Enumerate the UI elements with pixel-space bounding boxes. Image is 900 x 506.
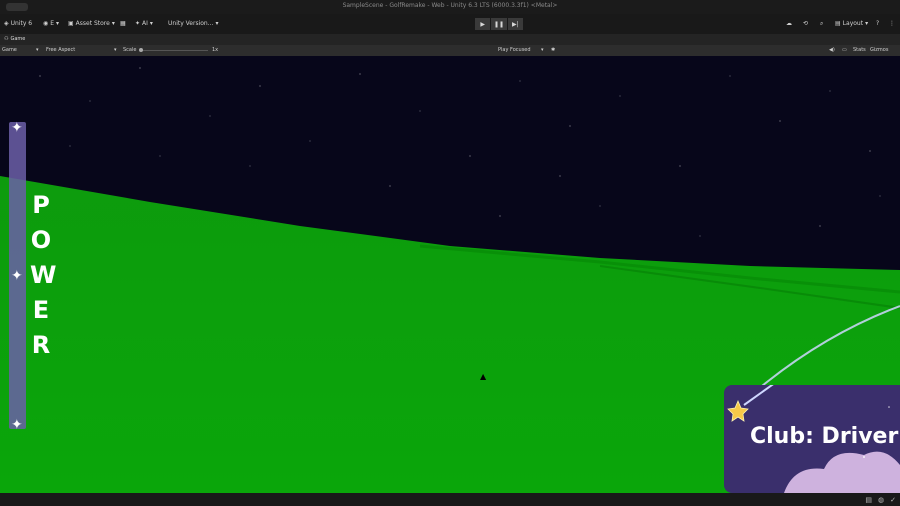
asset-store-label: Asset Store [75,20,110,27]
play-icon: ▶ [480,20,485,28]
scale-slider-track[interactable] [140,50,208,51]
unity-menu[interactable]: ◈ Unity 6 [4,20,32,27]
club-card: Club: Driver I [724,385,900,493]
chevron-down-icon: ▾ [541,47,544,53]
power-letter: W [30,261,57,289]
help-button[interactable]: ? [876,20,879,27]
account-dropdown[interactable]: ◉ E ▾ [43,20,59,27]
sparkle-icon: ✦ [11,268,23,284]
scale-slider-knob[interactable] [139,48,143,52]
aspect-label: Free Aspect [46,47,76,53]
club-label: Club: Driver I [750,424,900,449]
frame-debug-button[interactable]: ✱ [551,47,555,53]
pause-button[interactable]: ❚❚ [491,18,507,30]
tab-bar: ⚇ Game [0,34,900,45]
gizmos-button[interactable]: Gizmos [870,47,888,53]
cloud-icon: ☁ [786,20,792,27]
cloud-shape-icon [784,451,900,493]
power-letter: O [30,226,52,254]
mouse-cursor: ▲ [480,372,487,381]
search-button[interactable]: ⌕ [820,20,823,28]
chevron-down-icon: ▾ [215,20,219,27]
account-icon: ◉ [43,20,49,27]
more-button[interactable]: ⋮ [889,20,895,27]
cloud-button[interactable]: ☁ [786,20,792,27]
bug-icon: ✱ [551,47,556,53]
star-trail [743,385,774,406]
mute-button[interactable]: ◀) [829,47,835,53]
console-icon[interactable]: ▤ [865,496,872,504]
unity-logo-icon: ◈ [4,20,9,27]
main-toolbar: ◈ Unity 6 ◉ E ▾ ▣ Asset Store ▾ ▦ ✦ AI ▾… [0,14,900,34]
ai-label: AI [142,20,148,27]
aspect-dropdown[interactable]: Free Aspect ▾ [46,47,117,53]
search-icon: ⌕ [820,20,824,27]
chevron-down-icon: ▾ [36,47,39,53]
help-icon: ? [876,20,880,27]
status-icons: ▤ ◍ ✓ [865,496,896,504]
play-mode-label: Play Focused [498,47,531,53]
tab-game[interactable]: ⚇ Game [4,36,25,42]
layout-label: Layout [842,20,864,27]
store-icon: ▣ [68,20,74,27]
game-viewport[interactable]: ✦ ✦ ✦ P O W E R Club: Driver I ▲ [0,56,900,493]
chevron-down-icon: ▾ [56,20,60,27]
version-dropdown[interactable]: Unity Version... ▾ [168,20,218,27]
check-icon[interactable]: ✓ [890,496,896,504]
step-icon: ▶| [512,20,519,28]
status-bar: ▤ ◍ ✓ [0,493,900,506]
more-icon: ⋮ [889,20,895,27]
mute-icon: ◀) [829,47,835,53]
tab-game-label: Game [10,36,26,42]
ai-icon: ✦ [135,20,141,27]
play-mode-dropdown[interactable]: Play Focused ▾ [498,47,544,53]
title-bar: SampleScene - GolfRemake - Web - Unity 6… [0,0,900,14]
gamepad-icon: ⚇ [4,36,9,42]
pause-icon: ❚❚ [493,20,505,28]
network-icon[interactable]: ◍ [878,496,884,504]
step-button[interactable]: ▶| [507,18,523,30]
power-letter: E [32,296,50,324]
power-letter: R [31,331,51,359]
window-title: SampleScene - GolfRemake - Web - Unity 6… [342,2,558,9]
asset-store-dropdown[interactable]: ▣ Asset Store ▾ [68,20,115,27]
ai-dropdown[interactable]: ✦ AI ▾ [135,20,153,27]
unity-label: Unity 6 [10,20,33,27]
chevron-down-icon: ▾ [114,47,117,53]
chevron-down-icon: ▾ [111,20,115,27]
power-letter: P [32,191,50,219]
display-label: Game [2,47,17,53]
game-view-toolbar: Game ▾ Free Aspect ▾ Scale 1x Play Focus… [0,45,900,56]
monitor-icon: ▭ [842,47,847,53]
layout-icon: ▤ [835,20,841,27]
display-dropdown[interactable]: Game ▾ [2,47,39,53]
version-label: Unity Version... [168,20,214,27]
chevron-down-icon: ▾ [149,20,153,27]
history-button[interactable]: ⟲ [803,20,808,27]
play-button[interactable]: ▶ [475,18,491,30]
power-label: P O W E R [30,191,57,359]
history-icon: ⟲ [803,20,809,27]
package-button[interactable]: ▦ [120,20,126,27]
sparkle-icon: ✦ [11,120,23,136]
sparkle-icon: ✦ [11,417,23,433]
package-icon: ▦ [120,20,126,27]
stats-toggle-icon-button[interactable]: ▭ [842,47,847,53]
chevron-down-icon: ▾ [865,20,869,27]
play-controls: ▶ ❚❚ ▶| [475,18,523,30]
layout-dropdown[interactable]: ▤ Layout ▾ [835,20,868,27]
account-label: E [50,20,55,27]
scale-value: 1x [212,47,219,53]
scale-label: Scale [123,47,137,53]
stats-button[interactable]: Stats [853,47,866,53]
